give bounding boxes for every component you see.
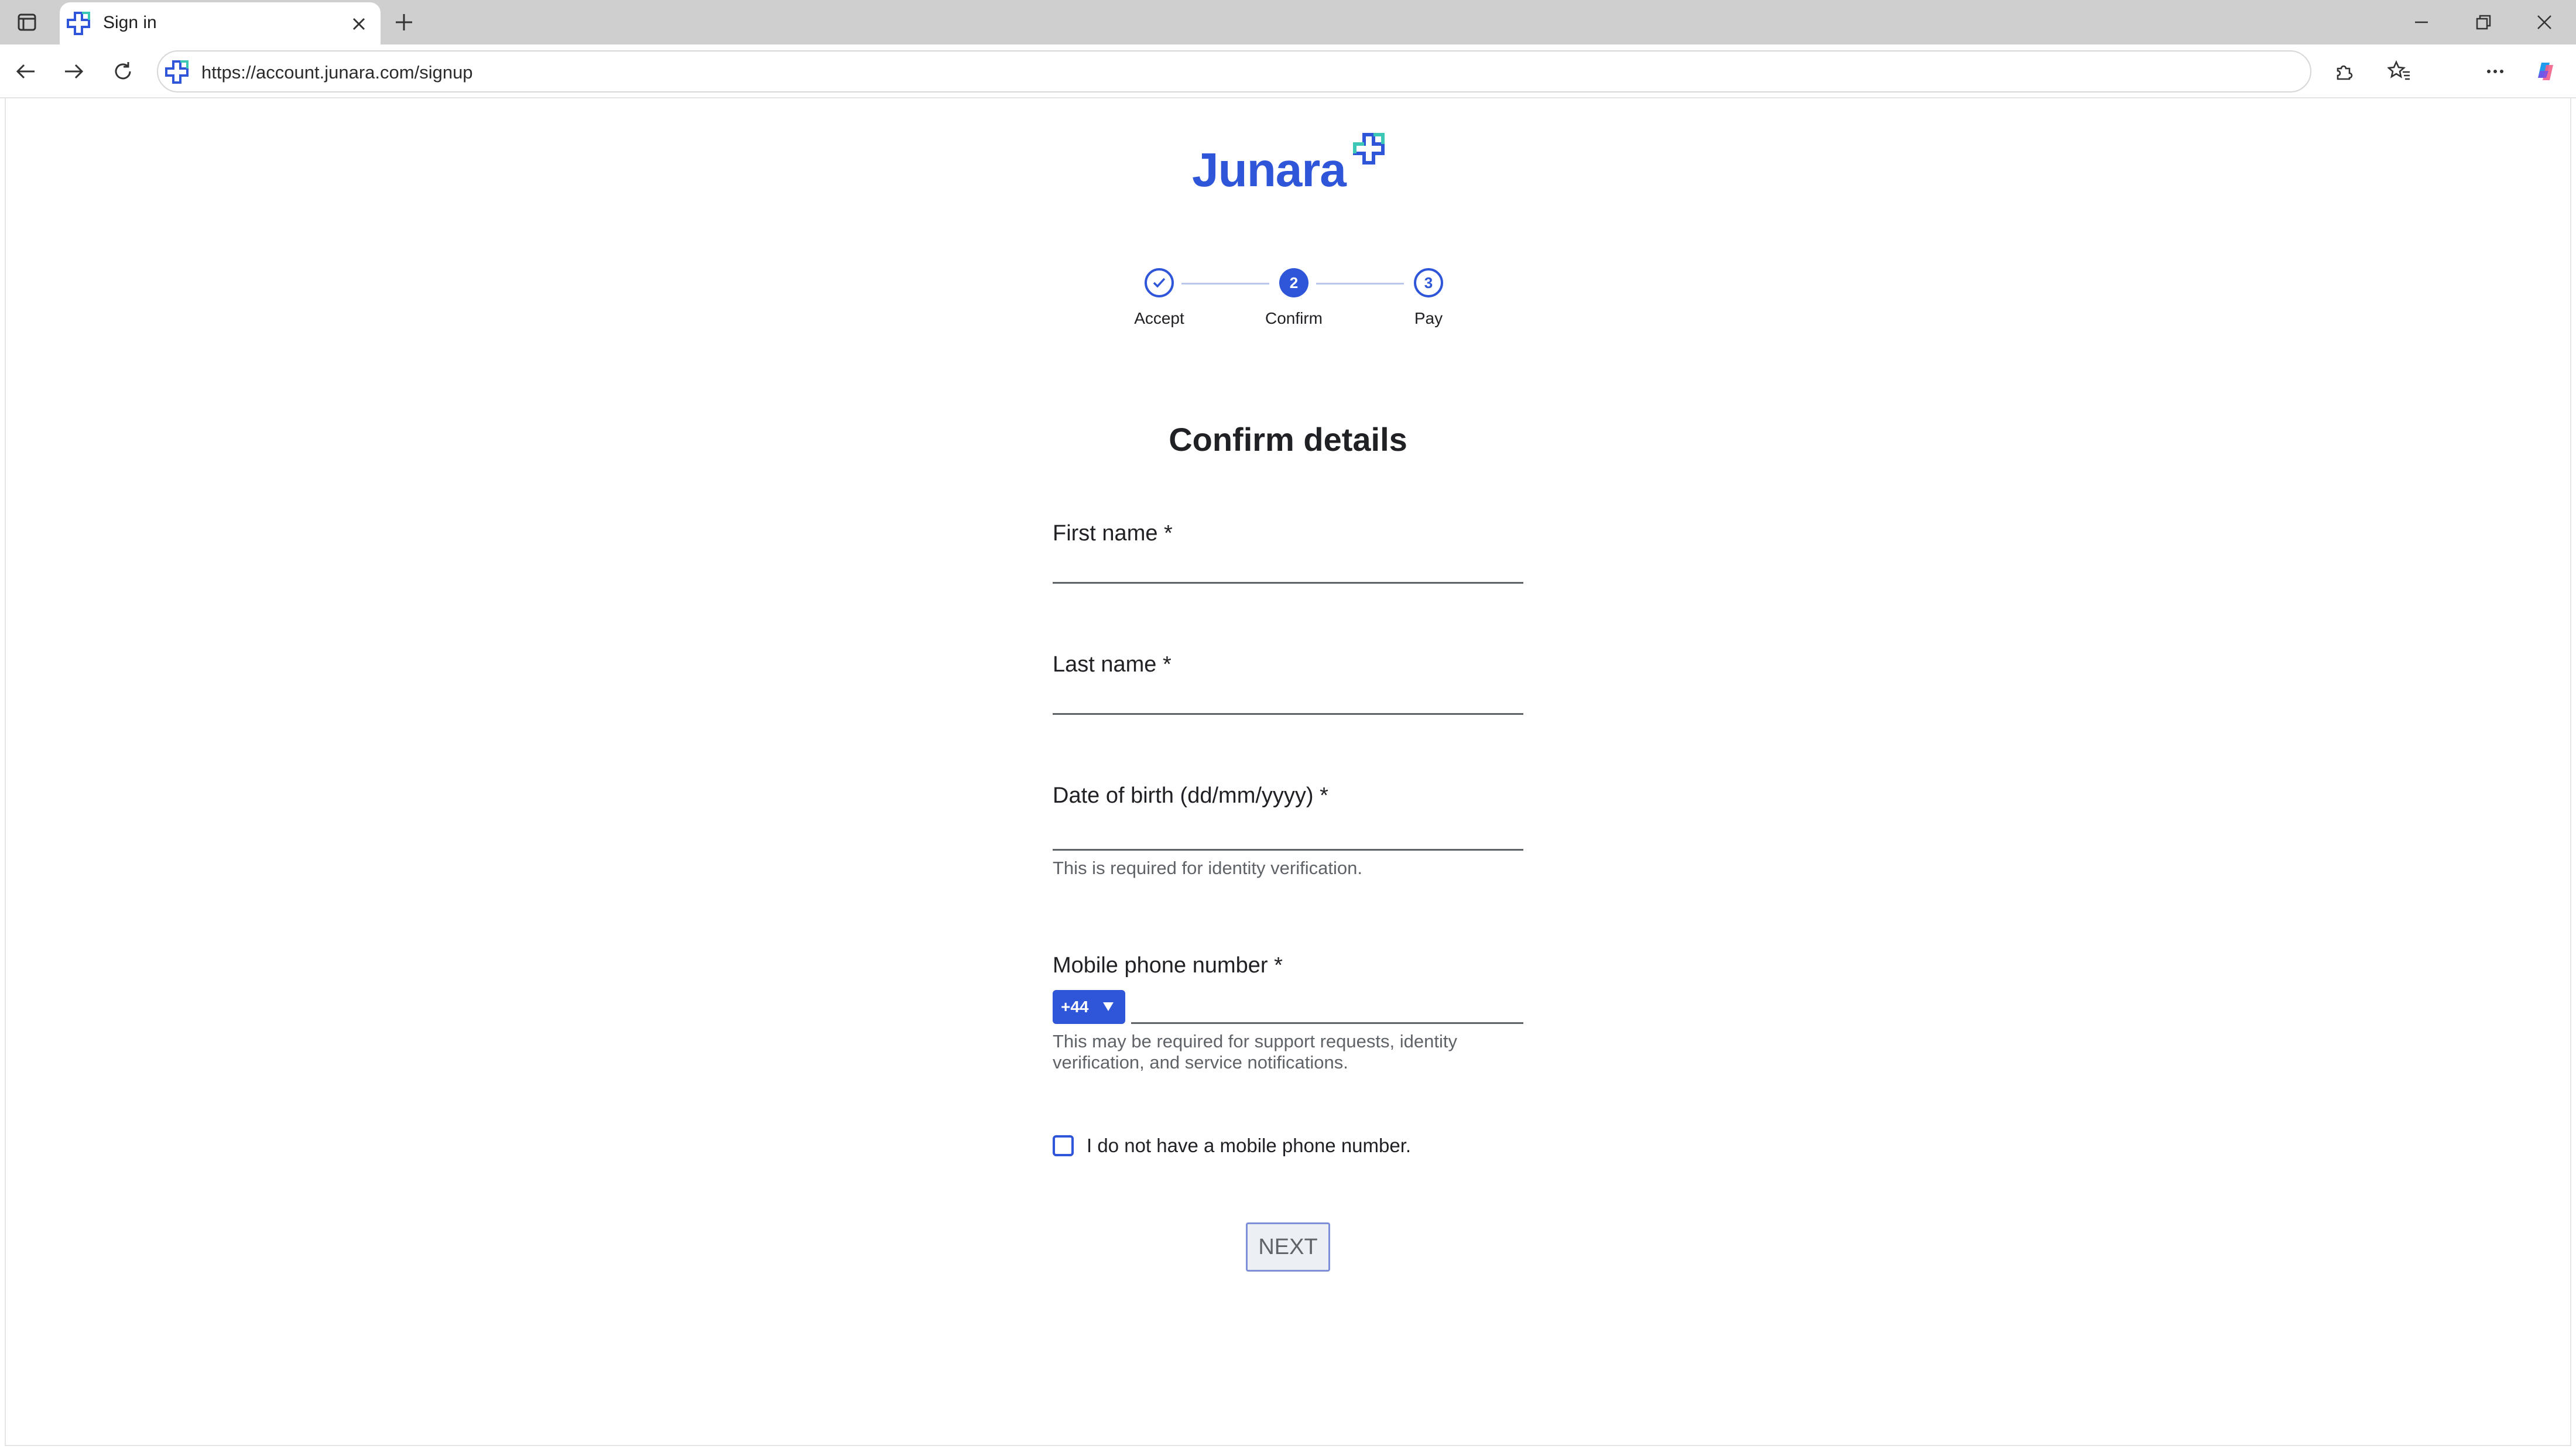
first-name-label: First name *	[1053, 521, 1173, 546]
step-label: Pay	[1414, 309, 1443, 327]
browser-toolbar: https://account.junara.com/signup	[0, 44, 2576, 98]
tab-strip: Sign in	[0, 0, 2576, 44]
phone-row: +44	[1053, 986, 1523, 1024]
address-bar[interactable]: https://account.junara.com/signup	[157, 50, 2311, 93]
step-confirm: 2 Confirm	[1247, 261, 1341, 328]
more-icon[interactable]	[2479, 55, 2512, 88]
brand-name: Junara	[1192, 143, 1347, 197]
copilot-icon[interactable]	[2529, 55, 2562, 88]
first-name-input[interactable]	[1053, 546, 1523, 584]
tab-title: Sign in	[103, 13, 157, 32]
back-arrow-icon[interactable]	[9, 55, 42, 88]
first-name-group: First name *	[1053, 521, 1523, 584]
step-number: 3	[1414, 268, 1443, 297]
dob-hint: This is required for identity verificati…	[1053, 858, 1362, 878]
step-number: 2	[1279, 268, 1308, 297]
forward-arrow-icon[interactable]	[57, 55, 90, 88]
last-name-group: Last name *	[1053, 652, 1523, 715]
minimize-icon[interactable]	[2404, 5, 2439, 40]
triangle-down-icon	[1102, 998, 1115, 1016]
close-icon[interactable]	[345, 11, 372, 37]
page-title: Confirm details	[1169, 421, 1407, 458]
step-accept: Accept	[1112, 261, 1206, 328]
phone-group: Mobile phone number * +44 This may be re…	[1053, 953, 1523, 1073]
no-phone-option[interactable]: I do not have a mobile phone number.	[1053, 1135, 1411, 1157]
dob-group: Date of birth (dd/mm/yyyy) * This is req…	[1053, 783, 1523, 879]
step-pay: 3 Pay	[1382, 261, 1475, 328]
country-code-select[interactable]: +44	[1053, 990, 1125, 1024]
tab-actions-icon[interactable]	[13, 8, 41, 36]
next-button[interactable]: NEXT	[1246, 1222, 1330, 1272]
close-window-icon[interactable]	[2527, 5, 2562, 40]
phone-label: Mobile phone number *	[1053, 953, 1283, 978]
step-label: Confirm	[1265, 309, 1323, 327]
dob-label: Date of birth (dd/mm/yyyy) *	[1053, 783, 1328, 808]
site-favicon-icon	[164, 59, 190, 85]
phone-hint: This may be required for support request…	[1053, 1031, 1457, 1073]
step-label: Accept	[1134, 309, 1184, 327]
no-phone-checkbox[interactable]	[1053, 1135, 1074, 1156]
puzzle-icon[interactable]	[2328, 55, 2361, 88]
junara-favicon-icon	[66, 11, 91, 36]
last-name-label: Last name *	[1053, 652, 1171, 677]
url-text: https://account.junara.com/signup	[201, 62, 473, 83]
phone-input[interactable]	[1131, 986, 1523, 1024]
favorites-icon[interactable]	[2383, 55, 2416, 88]
tab-sign-in[interactable]: Sign in	[60, 2, 381, 44]
restore-icon[interactable]	[2466, 5, 2501, 40]
country-code-value: +44	[1061, 998, 1089, 1016]
reload-icon[interactable]	[107, 55, 139, 88]
dob-input[interactable]	[1053, 809, 1523, 851]
check-icon	[1145, 268, 1174, 297]
junara-logo-icon	[1350, 131, 1388, 169]
junara-logo: Junara	[1192, 130, 1385, 197]
no-phone-label: I do not have a mobile phone number.	[1087, 1135, 1412, 1156]
signup-progress-stepper: Accept 2 Confirm 3 Pay	[1112, 261, 1475, 343]
plus-icon[interactable]	[389, 7, 419, 37]
last-name-input[interactable]	[1053, 677, 1523, 715]
